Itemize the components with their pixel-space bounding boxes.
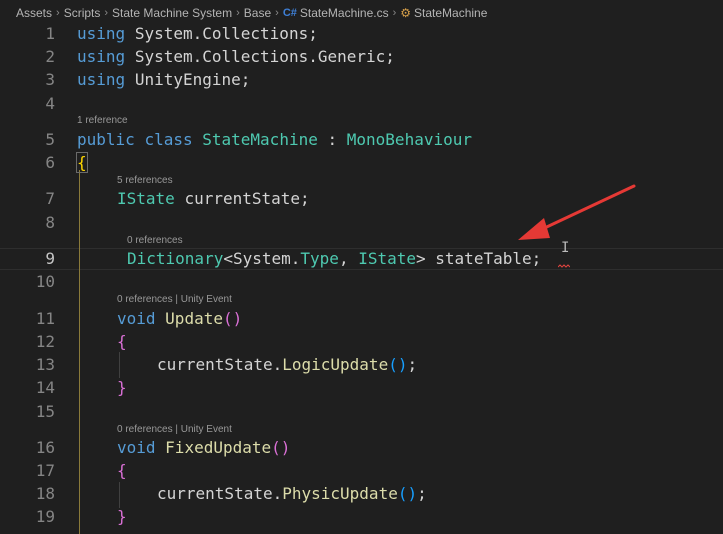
breadcrumb-item-file[interactable]: StateMachine.cs bbox=[300, 6, 389, 20]
breadcrumb-item-assets[interactable]: Assets bbox=[16, 6, 52, 20]
chevron-right-icon: › bbox=[236, 7, 240, 19]
line-number: 13 bbox=[35, 355, 55, 374]
line-number: 10 bbox=[35, 272, 55, 291]
codelens-references[interactable]: 0 references | Unity Event bbox=[117, 294, 232, 306]
code-line[interactable]: { bbox=[76, 152, 88, 173]
code-line[interactable]: using System.Collections.Generic; bbox=[77, 47, 395, 67]
warning-squiggle bbox=[558, 264, 570, 268]
line-number-active: 9 bbox=[45, 249, 55, 268]
code-line[interactable]: { bbox=[117, 461, 127, 481]
code-editor[interactable]: Assets › Scripts › State Machine System … bbox=[0, 0, 723, 534]
indent-guide bbox=[119, 352, 120, 378]
codelens-references[interactable]: 0 references bbox=[127, 235, 183, 247]
line-number: 1 bbox=[45, 24, 55, 43]
code-line[interactable]: void FixedUpdate() bbox=[117, 438, 290, 458]
line-number: 7 bbox=[45, 189, 55, 208]
breadcrumb-item-base[interactable]: Base bbox=[244, 6, 271, 20]
codelens-references[interactable]: 0 references | Unity Event bbox=[117, 424, 232, 436]
chevron-right-icon: › bbox=[392, 7, 397, 19]
line-number: 6 bbox=[45, 153, 55, 172]
code-line[interactable]: currentState.LogicUpdate(); bbox=[157, 355, 417, 375]
code-line[interactable]: } bbox=[117, 507, 127, 527]
line-number: 19 bbox=[35, 507, 55, 526]
line-number: 11 bbox=[35, 309, 55, 328]
code-line[interactable]: using UnityEngine; bbox=[77, 70, 250, 90]
breadcrumb-item-state-machine-system[interactable]: State Machine System bbox=[112, 6, 232, 20]
code-line[interactable]: void Update() bbox=[117, 309, 242, 329]
indent-guide bbox=[119, 482, 120, 508]
line-number: 5 bbox=[45, 130, 55, 149]
code-line[interactable]: public class StateMachine : MonoBehaviou… bbox=[77, 130, 472, 150]
line-number: 15 bbox=[35, 402, 55, 421]
code-line-active[interactable]: Dictionary<System.Type, IState> stateTab… bbox=[127, 249, 541, 269]
breadcrumb-item-symbol[interactable]: StateMachine bbox=[414, 6, 487, 20]
line-number: 8 bbox=[45, 213, 55, 232]
chevron-right-icon: › bbox=[104, 7, 109, 19]
breadcrumb: Assets › Scripts › State Machine System … bbox=[0, 0, 723, 26]
breadcrumb-item-scripts[interactable]: Scripts bbox=[64, 6, 101, 20]
code-line[interactable]: IState currentState; bbox=[117, 189, 310, 209]
line-number: 16 bbox=[35, 438, 55, 457]
indent-guide bbox=[79, 170, 80, 534]
line-number: 14 bbox=[35, 378, 55, 397]
code-line[interactable]: using System.Collections; bbox=[77, 24, 318, 44]
line-number: 2 bbox=[45, 47, 55, 66]
line-number: 17 bbox=[35, 461, 55, 480]
codelens-references[interactable]: 1 reference bbox=[77, 115, 128, 127]
red-arrow-icon bbox=[518, 184, 636, 240]
codelens-references[interactable]: 5 references bbox=[117, 175, 173, 187]
line-number: 12 bbox=[35, 332, 55, 351]
line-number: 4 bbox=[45, 94, 55, 113]
line-number: 18 bbox=[35, 484, 55, 503]
code-line[interactable]: currentState.PhysicUpdate(); bbox=[157, 484, 427, 504]
code-line[interactable]: } bbox=[117, 378, 127, 398]
code-line[interactable]: { bbox=[117, 332, 127, 352]
chevron-right-icon: › bbox=[56, 7, 60, 19]
line-number: 3 bbox=[45, 70, 55, 89]
class-symbol-icon: ⚙ bbox=[400, 6, 412, 20]
chevron-right-icon: › bbox=[275, 7, 279, 19]
csharp-file-icon: C# bbox=[282, 7, 297, 19]
